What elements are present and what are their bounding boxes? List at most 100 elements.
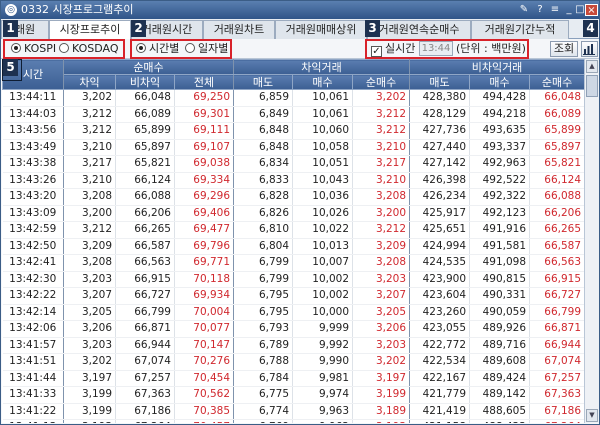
table-cell: 492,123 bbox=[469, 205, 531, 222]
table-cell: 69,038 bbox=[174, 155, 235, 173]
table-row[interactable]: 13:43:26 3,210 66,124 69,334 6,833 10,043 3,21… bbox=[2, 172, 584, 189]
table-cell: 490,331 bbox=[469, 287, 531, 305]
table-cell: 491,916 bbox=[469, 221, 531, 239]
table-row[interactable]: 13:42:14 3,205 66,799 70,004 6,795 10,000 3,20… bbox=[2, 304, 584, 321]
table-cell: 3,200 bbox=[63, 205, 116, 222]
cell-time: 13:44:11 bbox=[2, 89, 64, 107]
table-cell: 6,788 bbox=[233, 353, 294, 371]
table-cell: 6,810 bbox=[233, 221, 294, 239]
table-cell: 489,608 bbox=[469, 353, 531, 371]
table-cell: 67,363 bbox=[529, 386, 584, 404]
header-nonarb-buy: 매수 bbox=[469, 74, 531, 90]
table-cell: 66,124 bbox=[529, 172, 584, 189]
table-cell: 427,440 bbox=[409, 139, 471, 156]
table-cell: 10,061 bbox=[292, 106, 354, 123]
table-row[interactable]: 13:44:11 3,202 66,048 69,250 6,859 10,061 3,20… bbox=[2, 89, 584, 107]
table-cell: 491,581 bbox=[469, 238, 531, 255]
tab-label: 거래원연속순매수 bbox=[378, 23, 460, 36]
table-cell: 6,775 bbox=[233, 386, 294, 404]
table-cell: 66,048 bbox=[529, 89, 584, 107]
table-row[interactable]: 13:42:06 3,206 66,871 70,077 6,793 9,999 3,206… bbox=[2, 320, 584, 338]
table-cell: 3,212 bbox=[352, 221, 411, 239]
table-cell: 69,406 bbox=[174, 205, 235, 222]
table-row[interactable]: 13:42:30 3,203 66,915 70,118 6,799 10,002 3,20… bbox=[2, 271, 584, 288]
table-cell: 9,963 bbox=[292, 403, 354, 420]
table-row[interactable]: 13:41:22 3,199 67,186 70,385 6,774 9,963 3,189… bbox=[2, 403, 584, 420]
table-cell: 6,828 bbox=[233, 188, 294, 206]
scroll-up-icon[interactable]: ▲ bbox=[586, 60, 598, 73]
table-cell: 66,089 bbox=[529, 106, 584, 123]
header-nonarb-net: 순매수 bbox=[529, 74, 584, 90]
table-cell: 423,604 bbox=[409, 287, 471, 305]
table-row[interactable]: 13:42:22 3,207 66,727 69,934 6,795 10,002 3,20… bbox=[2, 287, 584, 305]
tab-market-program-trend[interactable]: 시장프로추이 bbox=[49, 20, 131, 40]
header-total: 전체 bbox=[173, 74, 235, 90]
table-row[interactable]: 13:43:20 3,208 66,088 69,296 6,828 10,036 3,20… bbox=[2, 188, 584, 206]
table-row[interactable]: 13:43:09 3,200 66,206 69,406 6,826 10,026 3,20… bbox=[2, 205, 584, 222]
table-cell: 10,060 bbox=[292, 122, 354, 140]
table-cell: 426,234 bbox=[409, 188, 471, 206]
table-cell: 70,562 bbox=[174, 386, 235, 404]
table-cell: 10,036 bbox=[292, 188, 354, 206]
cell-time: 13:41:22 bbox=[2, 403, 64, 420]
close-icon[interactable]: × bbox=[585, 4, 598, 16]
table-cell: 69,477 bbox=[174, 221, 235, 239]
program-trend-table: 시간 순매수 차익거래 비차익거래 차익 비차익 전체 매도 매수 순매수 매도… bbox=[2, 59, 584, 423]
menu-icon[interactable]: ≡ bbox=[549, 4, 561, 16]
cell-time: 13:42:30 bbox=[2, 271, 64, 288]
table-cell: 10,026 bbox=[292, 205, 354, 222]
table-row[interactable]: 13:41:33 3,199 67,363 70,562 6,775 9,974 3,199… bbox=[2, 386, 584, 404]
table-row[interactable]: 13:43:38 3,217 65,821 69,038 6,834 10,051 3,21… bbox=[2, 155, 584, 173]
table-row[interactable]: 13:41:51 3,202 67,074 70,276 6,788 9,990 3,202… bbox=[2, 353, 584, 371]
table-row[interactable]: 13:43:56 3,212 65,899 69,111 6,848 10,060 3,21… bbox=[2, 122, 584, 140]
table-cell: 10,002 bbox=[292, 271, 354, 288]
table-row[interactable]: 13:42:41 3,208 66,563 69,771 6,799 10,007 3,20… bbox=[2, 254, 584, 272]
badge-3: 3 bbox=[365, 20, 380, 37]
table-cell: 10,061 bbox=[292, 89, 354, 107]
table-cell: 66,563 bbox=[115, 254, 175, 272]
header-arb-buy: 매수 bbox=[292, 74, 354, 90]
table-cell: 490,059 bbox=[469, 304, 531, 321]
table-cell: 70,457 bbox=[174, 419, 235, 423]
scroll-down-icon[interactable]: ▼ bbox=[586, 409, 598, 422]
table-cell: 10,007 bbox=[292, 254, 354, 272]
table-cell: 3,202 bbox=[63, 89, 116, 107]
table-cell: 69,107 bbox=[174, 139, 235, 156]
pin-icon[interactable]: ✎ bbox=[518, 4, 530, 16]
chart-toggle-button[interactable] bbox=[581, 41, 598, 57]
vertical-scrollbar[interactable]: ▲ ▼ bbox=[584, 59, 599, 423]
table-cell: 3,210 bbox=[63, 139, 116, 156]
table-cell: 66,048 bbox=[115, 89, 175, 107]
table-cell: 10,013 bbox=[292, 238, 354, 255]
table-row[interactable]: 13:42:59 3,212 66,265 69,477 6,810 10,022 3,21… bbox=[2, 221, 584, 239]
tab-trader-top[interactable]: 거래원매매상위 bbox=[275, 20, 367, 39]
tab-label: 거래원차트 bbox=[213, 23, 265, 36]
table-cell: 67,257 bbox=[115, 370, 175, 387]
table-cell: 67,186 bbox=[115, 403, 175, 420]
tab-trader-chart[interactable]: 거래원차트 bbox=[203, 20, 275, 39]
table-cell: 69,111 bbox=[174, 122, 235, 140]
table-cell: 66,915 bbox=[115, 271, 175, 288]
table-cell: 491,098 bbox=[469, 254, 531, 272]
table-row[interactable]: 13:43:49 3,210 65,897 69,107 6,848 10,058 3,21… bbox=[2, 139, 584, 156]
table-cell: 66,587 bbox=[529, 238, 584, 255]
table-row[interactable]: 13:42:50 3,209 66,587 69,796 6,804 10,013 3,20… bbox=[2, 238, 584, 255]
tab-trader-period-cumulative[interactable]: 거래원기간누적 bbox=[471, 20, 569, 39]
cell-time: 13:42:59 bbox=[2, 221, 64, 239]
table-cell: 66,944 bbox=[529, 337, 584, 354]
table-cell: 490,815 bbox=[469, 271, 531, 288]
table-row[interactable]: 13:41:44 3,197 67,257 70,454 6,784 9,981 3,197… bbox=[2, 370, 584, 387]
scroll-thumb[interactable] bbox=[586, 75, 598, 97]
table-cell: 6,793 bbox=[233, 320, 294, 338]
help-icon[interactable]: ? bbox=[534, 4, 546, 16]
tab-trader-consecutive-buy[interactable]: 거래원연속순매수 bbox=[367, 20, 471, 39]
table-cell: 494,218 bbox=[469, 106, 531, 123]
table-row[interactable]: 13:44:03 3,212 66,089 69,301 6,849 10,061 3,21… bbox=[2, 106, 584, 123]
table-row[interactable]: 13:41:57 3,203 66,944 70,147 6,789 9,992 3,203… bbox=[2, 337, 584, 354]
table-cell: 67,186 bbox=[529, 403, 584, 420]
query-button[interactable]: 조회 bbox=[550, 41, 578, 57]
tab-label: 거래원매매상위 bbox=[285, 23, 357, 36]
table-row[interactable]: 13:41:133,19367,26470,4576,7699,9623,193… bbox=[2, 419, 584, 423]
cell-time: 13:41:51 bbox=[2, 353, 64, 371]
table-cell: 493,635 bbox=[469, 122, 531, 140]
